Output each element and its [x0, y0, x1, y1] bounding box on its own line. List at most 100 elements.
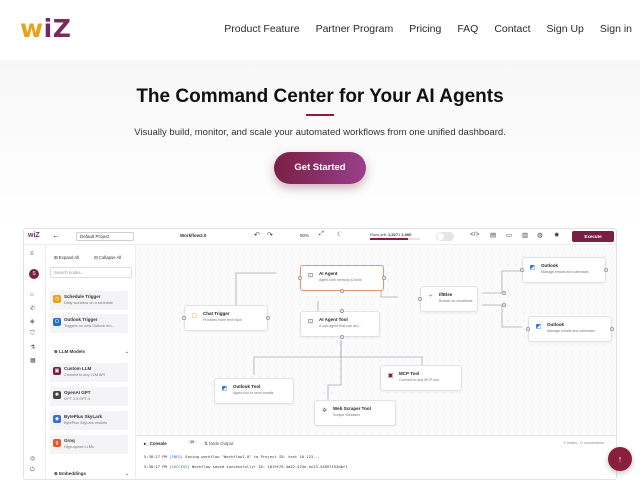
node-search-input[interactable]: Search nodes... — [50, 267, 132, 278]
nav-sign-up[interactable]: Sign Up — [547, 23, 584, 35]
node-chat-trigger[interactable]: ▢ Chat Trigger Provides more text input — [184, 305, 268, 331]
nav-sign-in[interactable]: Sign in — [600, 23, 632, 35]
outlook-icon: ◩ — [535, 324, 542, 330]
wiz-logo[interactable]: wiZ — [20, 14, 71, 43]
chart-icon[interactable]: ▥ — [522, 231, 528, 239]
branch-icon: ⑂ — [428, 294, 433, 300]
node-title: AI Agent Tool — [319, 317, 348, 322]
node-ai-agent[interactable]: ⊡ AI Agent Agent with memory & tools — [300, 265, 384, 291]
port[interactable] — [502, 303, 506, 307]
fit-view-icon[interactable]: ⤢ — [319, 231, 324, 238]
shield-icon[interactable]: ⛉ — [30, 331, 35, 338]
node-web-scraper[interactable]: ✲ Web Scraper Tool Scrape Websites — [314, 400, 396, 426]
outlook-icon: ◩ — [221, 386, 228, 392]
edge-ifelse-outlook-top — [482, 270, 522, 294]
home-icon[interactable]: ⌂ — [30, 292, 34, 298]
app-logo: wiZ — [28, 232, 40, 239]
node-card-outlook-trigger[interactable]: O Outlook Trigger Triggers on new Outloo… — [50, 314, 128, 333]
port[interactable] — [382, 276, 386, 280]
globe-icon[interactable]: ◍ — [537, 231, 543, 239]
tab-node-output[interactable]: ⇅ Node Output — [204, 441, 233, 447]
node-title: Outlook Tool — [233, 384, 261, 389]
node-card-openai-gpt[interactable]: ✺ OpenAI GPT GPT 3.5 GPT-4 — [50, 387, 128, 406]
avatar[interactable]: S — [29, 269, 39, 279]
redo-icon[interactable]: ↷ — [267, 231, 273, 239]
node-card-byteplus-skylark[interactable]: ◆ BytePlus SkyLark BytePlus SkyLark mode… — [50, 411, 128, 430]
node-desc: Provides more text input — [203, 318, 242, 322]
node-ai-agent-tool[interactable]: ⊡ AI Agent Tool A sub-agent that can act… — [300, 311, 380, 337]
active-toggle[interactable] — [436, 232, 454, 241]
project-select[interactable]: Default Project — [76, 232, 134, 241]
settings-icon[interactable]: ✹ — [554, 231, 559, 239]
robot-icon: ⊡ — [307, 273, 314, 279]
logo-w: w — [20, 14, 44, 43]
nav-partner-program[interactable]: Partner Program — [316, 23, 394, 35]
node-card-schedule-trigger[interactable]: ◷ Schedule Trigger Daily workflow on a s… — [50, 291, 128, 310]
node-outlook-mid[interactable]: ◩ Outlook Manage emails and calendars — [528, 316, 612, 342]
node-if-else[interactable]: ⑂ If/Else Branch on conditions — [420, 286, 478, 312]
node-title: Chat Trigger — [203, 311, 230, 316]
hero-title: The Command Center for Your AI Agents — [136, 86, 504, 107]
flask-icon[interactable]: ⚗ — [30, 344, 35, 351]
port[interactable] — [298, 276, 302, 280]
execute-button[interactable]: Execute — [572, 231, 614, 242]
node-mcp-tool[interactable]: ▣ MCP Tool Connect to any MCP tool — [380, 365, 462, 391]
port[interactable] — [340, 289, 344, 293]
dark-mode-icon[interactable]: ☾ — [337, 231, 342, 238]
node-title: Web Scraper Tool — [333, 406, 371, 411]
workflow-name[interactable]: Workflow2.0 — [180, 233, 206, 238]
section-llm-models[interactable]: ⊕ LLM Models — [54, 349, 85, 355]
port[interactable] — [340, 335, 344, 339]
port[interactable] — [526, 327, 530, 331]
node-desc: A sub-agent that can act... — [319, 324, 361, 328]
get-started-button[interactable]: Get Started — [274, 152, 366, 184]
expand-all-button[interactable]: ⊞ Expand All — [54, 255, 79, 261]
file-icon[interactable]: ▤ — [490, 231, 496, 239]
expand-all-label: Expand All — [58, 255, 80, 260]
folder-icon[interactable]: ▭ — [506, 231, 512, 239]
card-desc: Triggers on new Outlook em... — [64, 324, 115, 328]
canvas-count: 0 nodes · 0 connections — [563, 441, 604, 445]
node-outlook-tool[interactable]: ◩ Outlook Tool Agent tool to send emails — [214, 378, 294, 404]
log-level: [INFO] — [169, 454, 183, 459]
port[interactable] — [418, 297, 422, 301]
hero-divider — [306, 114, 334, 116]
nav-faq[interactable]: FAQ — [457, 23, 478, 35]
nav-pricing[interactable]: Pricing — [409, 23, 441, 35]
help-icon[interactable]: ◎ — [30, 455, 35, 462]
collapse-all-button[interactable]: ⊟ Collapse All — [94, 255, 121, 261]
tab-console[interactable]: ▸_ Console — [144, 441, 167, 447]
node-card-groq[interactable]: g Groq High-speed LLMs — [50, 435, 128, 454]
port[interactable] — [610, 327, 614, 331]
port[interactable] — [502, 291, 506, 295]
layers-icon[interactable]: ◈ — [30, 318, 35, 325]
chevron-down-icon[interactable]: ⌄ — [125, 349, 129, 355]
undo-icon[interactable]: ↶ — [254, 231, 260, 239]
port[interactable] — [266, 316, 270, 320]
outlook-icon: O — [53, 318, 61, 326]
phone-icon[interactable]: ✆ — [30, 305, 35, 312]
workflow-canvas[interactable]: ▢ Chat Trigger Provides more text input … — [136, 245, 616, 435]
scroll-to-top-button[interactable]: ↑ — [608, 447, 632, 471]
edge-tool-outlooktool — [253, 340, 342, 375]
calendar-icon[interactable]: ▦ — [30, 357, 36, 364]
port[interactable] — [604, 268, 608, 272]
node-title: Outlook — [547, 322, 564, 327]
logout-icon[interactable]: ⏻ — [30, 467, 35, 474]
menu-icon[interactable]: ≡ — [30, 251, 34, 257]
back-arrow-icon[interactable]: ← — [52, 231, 60, 240]
card-title: Outlook Trigger — [64, 317, 98, 322]
openai-icon: ✺ — [53, 391, 61, 399]
card-title: BytePlus SkyLark — [64, 414, 103, 419]
nav-product-feature[interactable]: Product Feature — [224, 23, 299, 35]
code-icon[interactable]: </> — [470, 231, 479, 238]
chevron-down-icon[interactable]: ⌄ — [125, 471, 129, 477]
port[interactable] — [182, 316, 186, 320]
port[interactable] — [340, 309, 344, 313]
nav-contact[interactable]: Contact — [494, 23, 530, 35]
node-card-custom-llm[interactable]: ▣ Custom LLM Connect to any LLM API — [50, 363, 128, 382]
port[interactable] — [520, 268, 524, 272]
byteplus-icon: ◆ — [53, 415, 61, 423]
section-embeddings[interactable]: ⊕ Embeddings — [54, 471, 86, 477]
node-outlook-top[interactable]: ◩ Outlook Manage emails and calendars — [522, 257, 606, 283]
